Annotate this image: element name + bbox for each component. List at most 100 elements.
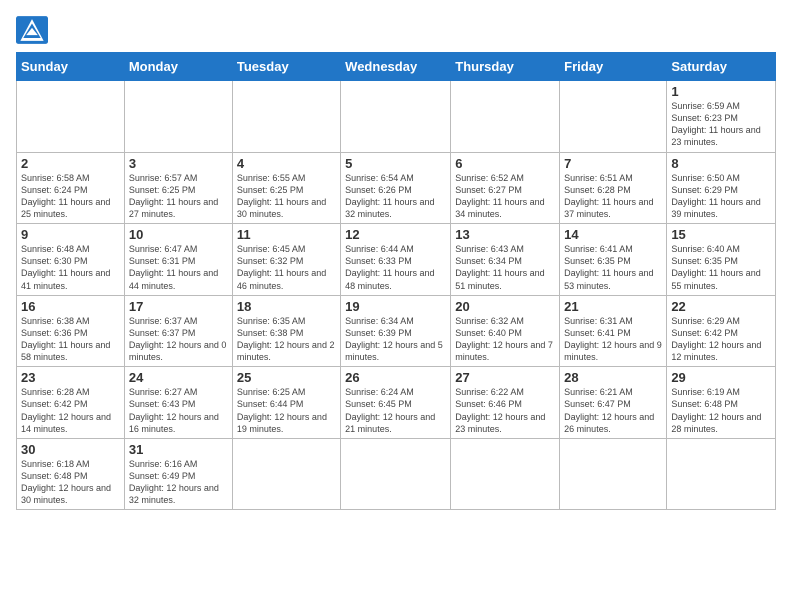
day-info: Sunrise: 6:40 AM Sunset: 6:35 PM Dayligh… (671, 243, 771, 292)
weekday-header-row: SundayMondayTuesdayWednesdayThursdayFrid… (17, 53, 776, 81)
day-number: 5 (345, 156, 446, 171)
day-info: Sunrise: 6:43 AM Sunset: 6:34 PM Dayligh… (455, 243, 555, 292)
day-number: 27 (455, 370, 555, 385)
day-number: 20 (455, 299, 555, 314)
day-number: 24 (129, 370, 228, 385)
day-info: Sunrise: 6:25 AM Sunset: 6:44 PM Dayligh… (237, 386, 336, 435)
day-number: 1 (671, 84, 771, 99)
day-number: 10 (129, 227, 228, 242)
calendar-cell: 14Sunrise: 6:41 AM Sunset: 6:35 PM Dayli… (560, 224, 667, 296)
calendar-cell: 24Sunrise: 6:27 AM Sunset: 6:43 PM Dayli… (124, 367, 232, 439)
day-info: Sunrise: 6:24 AM Sunset: 6:45 PM Dayligh… (345, 386, 446, 435)
day-number: 31 (129, 442, 228, 457)
day-number: 8 (671, 156, 771, 171)
calendar-cell (232, 438, 340, 510)
day-number: 26 (345, 370, 446, 385)
day-number: 7 (564, 156, 662, 171)
calendar-cell: 18Sunrise: 6:35 AM Sunset: 6:38 PM Dayli… (232, 295, 340, 367)
day-info: Sunrise: 6:28 AM Sunset: 6:42 PM Dayligh… (21, 386, 120, 435)
day-number: 23 (21, 370, 120, 385)
day-info: Sunrise: 6:16 AM Sunset: 6:49 PM Dayligh… (129, 458, 228, 507)
calendar-cell: 12Sunrise: 6:44 AM Sunset: 6:33 PM Dayli… (341, 224, 451, 296)
weekday-header-wednesday: Wednesday (341, 53, 451, 81)
calendar-cell: 20Sunrise: 6:32 AM Sunset: 6:40 PM Dayli… (451, 295, 560, 367)
day-info: Sunrise: 6:54 AM Sunset: 6:26 PM Dayligh… (345, 172, 446, 221)
calendar-cell (560, 81, 667, 153)
weekday-header-monday: Monday (124, 53, 232, 81)
calendar-week-row: 16Sunrise: 6:38 AM Sunset: 6:36 PM Dayli… (17, 295, 776, 367)
calendar-week-row: 30Sunrise: 6:18 AM Sunset: 6:48 PM Dayli… (17, 438, 776, 510)
day-number: 16 (21, 299, 120, 314)
calendar-cell: 7Sunrise: 6:51 AM Sunset: 6:28 PM Daylig… (560, 152, 667, 224)
weekday-header-friday: Friday (560, 53, 667, 81)
day-info: Sunrise: 6:51 AM Sunset: 6:28 PM Dayligh… (564, 172, 662, 221)
day-number: 19 (345, 299, 446, 314)
calendar-cell: 29Sunrise: 6:19 AM Sunset: 6:48 PM Dayli… (667, 367, 776, 439)
calendar-cell: 28Sunrise: 6:21 AM Sunset: 6:47 PM Dayli… (560, 367, 667, 439)
calendar-cell (560, 438, 667, 510)
calendar-cell: 22Sunrise: 6:29 AM Sunset: 6:42 PM Dayli… (667, 295, 776, 367)
logo (16, 16, 52, 44)
calendar-cell: 1Sunrise: 6:59 AM Sunset: 6:23 PM Daylig… (667, 81, 776, 153)
day-number: 28 (564, 370, 662, 385)
day-info: Sunrise: 6:58 AM Sunset: 6:24 PM Dayligh… (21, 172, 120, 221)
day-number: 25 (237, 370, 336, 385)
page-header (16, 16, 776, 44)
calendar-week-row: 1Sunrise: 6:59 AM Sunset: 6:23 PM Daylig… (17, 81, 776, 153)
day-info: Sunrise: 6:57 AM Sunset: 6:25 PM Dayligh… (129, 172, 228, 221)
day-info: Sunrise: 6:38 AM Sunset: 6:36 PM Dayligh… (21, 315, 120, 364)
calendar-cell (667, 438, 776, 510)
day-number: 13 (455, 227, 555, 242)
calendar-table: SundayMondayTuesdayWednesdayThursdayFrid… (16, 52, 776, 510)
day-info: Sunrise: 6:37 AM Sunset: 6:37 PM Dayligh… (129, 315, 228, 364)
day-info: Sunrise: 6:32 AM Sunset: 6:40 PM Dayligh… (455, 315, 555, 364)
calendar-cell: 2Sunrise: 6:58 AM Sunset: 6:24 PM Daylig… (17, 152, 125, 224)
calendar-cell: 23Sunrise: 6:28 AM Sunset: 6:42 PM Dayli… (17, 367, 125, 439)
calendar-cell: 27Sunrise: 6:22 AM Sunset: 6:46 PM Dayli… (451, 367, 560, 439)
day-number: 11 (237, 227, 336, 242)
day-info: Sunrise: 6:59 AM Sunset: 6:23 PM Dayligh… (671, 100, 771, 149)
day-info: Sunrise: 6:27 AM Sunset: 6:43 PM Dayligh… (129, 386, 228, 435)
calendar-cell: 21Sunrise: 6:31 AM Sunset: 6:41 PM Dayli… (560, 295, 667, 367)
day-info: Sunrise: 6:44 AM Sunset: 6:33 PM Dayligh… (345, 243, 446, 292)
day-number: 12 (345, 227, 446, 242)
day-info: Sunrise: 6:34 AM Sunset: 6:39 PM Dayligh… (345, 315, 446, 364)
day-info: Sunrise: 6:45 AM Sunset: 6:32 PM Dayligh… (237, 243, 336, 292)
calendar-cell: 4Sunrise: 6:55 AM Sunset: 6:25 PM Daylig… (232, 152, 340, 224)
day-number: 17 (129, 299, 228, 314)
day-number: 15 (671, 227, 771, 242)
day-info: Sunrise: 6:47 AM Sunset: 6:31 PM Dayligh… (129, 243, 228, 292)
day-number: 6 (455, 156, 555, 171)
calendar-cell (124, 81, 232, 153)
calendar-cell: 3Sunrise: 6:57 AM Sunset: 6:25 PM Daylig… (124, 152, 232, 224)
calendar-cell: 31Sunrise: 6:16 AM Sunset: 6:49 PM Dayli… (124, 438, 232, 510)
day-number: 29 (671, 370, 771, 385)
calendar-cell: 10Sunrise: 6:47 AM Sunset: 6:31 PM Dayli… (124, 224, 232, 296)
calendar-cell (232, 81, 340, 153)
calendar-cell (17, 81, 125, 153)
day-number: 14 (564, 227, 662, 242)
calendar-cell (451, 81, 560, 153)
calendar-cell: 13Sunrise: 6:43 AM Sunset: 6:34 PM Dayli… (451, 224, 560, 296)
day-number: 22 (671, 299, 771, 314)
day-number: 30 (21, 442, 120, 457)
day-number: 21 (564, 299, 662, 314)
day-info: Sunrise: 6:31 AM Sunset: 6:41 PM Dayligh… (564, 315, 662, 364)
weekday-header-thursday: Thursday (451, 53, 560, 81)
day-info: Sunrise: 6:18 AM Sunset: 6:48 PM Dayligh… (21, 458, 120, 507)
calendar-cell: 19Sunrise: 6:34 AM Sunset: 6:39 PM Dayli… (341, 295, 451, 367)
calendar-cell: 15Sunrise: 6:40 AM Sunset: 6:35 PM Dayli… (667, 224, 776, 296)
calendar-cell: 30Sunrise: 6:18 AM Sunset: 6:48 PM Dayli… (17, 438, 125, 510)
calendar-cell (341, 438, 451, 510)
day-info: Sunrise: 6:41 AM Sunset: 6:35 PM Dayligh… (564, 243, 662, 292)
calendar-cell: 11Sunrise: 6:45 AM Sunset: 6:32 PM Dayli… (232, 224, 340, 296)
day-info: Sunrise: 6:19 AM Sunset: 6:48 PM Dayligh… (671, 386, 771, 435)
day-info: Sunrise: 6:35 AM Sunset: 6:38 PM Dayligh… (237, 315, 336, 364)
calendar-cell: 16Sunrise: 6:38 AM Sunset: 6:36 PM Dayli… (17, 295, 125, 367)
calendar-cell: 26Sunrise: 6:24 AM Sunset: 6:45 PM Dayli… (341, 367, 451, 439)
calendar-cell: 8Sunrise: 6:50 AM Sunset: 6:29 PM Daylig… (667, 152, 776, 224)
day-info: Sunrise: 6:22 AM Sunset: 6:46 PM Dayligh… (455, 386, 555, 435)
day-number: 2 (21, 156, 120, 171)
day-number: 4 (237, 156, 336, 171)
day-info: Sunrise: 6:55 AM Sunset: 6:25 PM Dayligh… (237, 172, 336, 221)
